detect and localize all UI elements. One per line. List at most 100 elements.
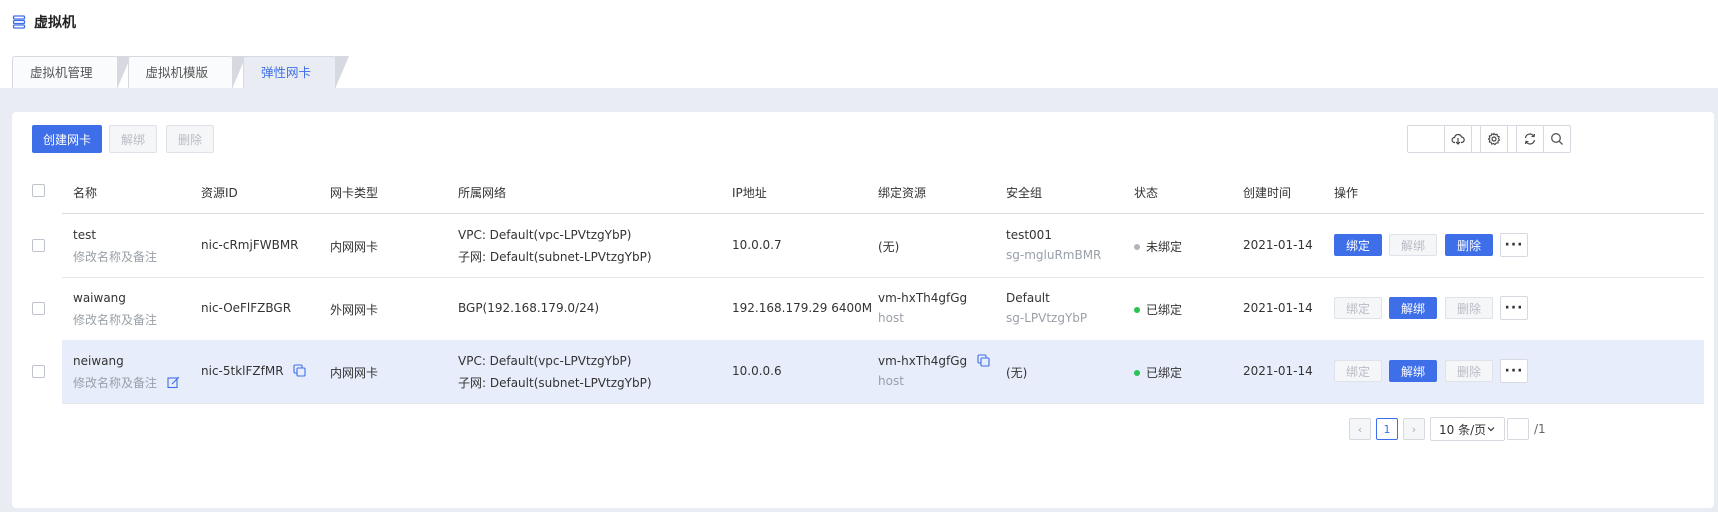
status: 未绑定 (1134, 238, 1182, 255)
column-header-resource-id: 资源ID (201, 186, 238, 200)
more-icon[interactable]: ··· (1500, 296, 1528, 320)
status-dot-icon (1134, 307, 1140, 313)
unbind-button[interactable]: 解绑 (109, 125, 157, 153)
created-time: 2021-01-14 (1243, 364, 1313, 378)
delete-button[interactable]: 删除 (166, 125, 214, 153)
main-panel: 创建网卡 解绑 删除 名称 资源ID 网卡类型 所属网络 IP地址 绑定资源 安… (12, 112, 1714, 508)
resource-id-text: nic-5tklFZfMR (201, 364, 284, 378)
column-header-status: 状态 (1134, 186, 1159, 200)
page-size-value: 10 条/页 (1439, 422, 1487, 437)
column-header-ip: IP地址 (732, 186, 767, 200)
next-page-button[interactable]: › (1403, 418, 1425, 440)
tab-bar: 虚拟机管理 虚拟机模版 弹性网卡 (12, 56, 350, 89)
goto-page-input[interactable] (1507, 418, 1529, 440)
prev-page-button[interactable]: ‹ (1349, 418, 1371, 440)
table-row: neiwang 修改名称及备注 nic-5tklFZfMR 内网网卡 VPC: … (62, 340, 1704, 404)
resource-id: nic-OeFlFZBGR (201, 301, 292, 315)
security-group-id: sg-mgluRmBMR (1006, 248, 1102, 262)
network-vpc: VPC: Default(vpc-LPVtzgYbP) (458, 228, 632, 242)
nic-name[interactable]: test (73, 228, 96, 242)
select-all-checkbox[interactable] (32, 184, 45, 197)
page-title-text: 虚拟机 (34, 15, 76, 31)
nic-type: 内网网卡 (330, 240, 379, 254)
gear-icon (1487, 132, 1501, 146)
status-dot-icon (1134, 244, 1140, 250)
nic-name[interactable]: waiwang (73, 291, 126, 305)
status-text: 已绑定 (1146, 366, 1183, 380)
total-pages: /1 (1534, 422, 1546, 436)
page-size-select[interactable]: 10 条/页 (1430, 417, 1505, 441)
tab-elastic-nic[interactable]: 弹性网卡 (243, 56, 350, 89)
refresh-icon (1524, 133, 1536, 145)
security-group-name: Default (1006, 291, 1050, 305)
table-row: test 修改名称及备注 nic-cRmjFWBMR 内网网卡 VPC: Def… (62, 214, 1704, 278)
top-header: 虚拟机 虚拟机管理 虚拟机模版 弹性网卡 (0, 0, 1718, 89)
copy-icon[interactable] (977, 354, 990, 367)
nic-type: 内网网卡 (330, 366, 379, 380)
table-row: waiwang 修改名称及备注 nic-OeFlFZBGR 外网网卡 BGP(1… (62, 277, 1704, 341)
delete-row-button[interactable]: 删除 (1445, 360, 1493, 382)
status: 已绑定 (1134, 301, 1182, 318)
column-header-created: 创建时间 (1243, 186, 1292, 200)
edit-remark-link[interactable]: 修改名称及备注 (73, 311, 157, 328)
created-time: 2021-01-14 (1243, 238, 1313, 252)
bind-button[interactable]: 绑定 (1334, 360, 1382, 382)
edit-icon[interactable] (167, 376, 180, 389)
status-dot-icon (1134, 370, 1140, 376)
unbind-row-button[interactable]: 解绑 (1389, 234, 1437, 256)
create-nic-button[interactable]: 创建网卡 (32, 125, 102, 153)
more-icon[interactable]: ··· (1500, 233, 1528, 257)
unbind-row-button[interactable]: 解绑 (1389, 297, 1437, 319)
page-number-button[interactable]: 1 (1376, 418, 1398, 440)
list-icon (12, 15, 26, 29)
bound-resource[interactable]: vm-hxTh4gfGg (878, 354, 990, 368)
ip-address: 10.0.0.7 (732, 238, 782, 252)
edit-remark-link[interactable]: 修改名称及备注 (73, 248, 157, 265)
chevron-down-icon (1487, 427, 1495, 432)
row-checkbox[interactable] (32, 365, 45, 378)
status-text: 已绑定 (1146, 303, 1183, 317)
bound-resource: (无) (878, 240, 900, 254)
network-vpc: VPC: Default(vpc-LPVtzgYbP) (458, 354, 632, 368)
column-header-name: 名称 (73, 186, 98, 200)
status: 已绑定 (1134, 364, 1182, 381)
delete-row-button[interactable]: 删除 (1445, 234, 1493, 256)
settings-button[interactable] (1480, 125, 1508, 153)
resource-id: nic-cRmjFWBMR (201, 238, 299, 252)
security-group-name: (无) (1006, 366, 1028, 380)
column-header-network: 所属网络 (458, 186, 507, 200)
bound-resource[interactable]: vm-hxTh4gfGg (878, 291, 967, 305)
refresh-button[interactable] (1516, 125, 1544, 153)
bind-button[interactable]: 绑定 (1334, 297, 1382, 319)
nic-type: 外网网卡 (330, 303, 379, 317)
nic-name[interactable]: neiwang (73, 354, 124, 368)
column-header-actions: 操作 (1334, 186, 1359, 200)
delete-row-button[interactable]: 删除 (1445, 297, 1493, 319)
network-subnet: 子网: Default(subnet-LPVtzgYbP) (458, 376, 652, 390)
row-checkbox[interactable] (32, 302, 45, 315)
network-bgp: BGP(192.168.179.0/24) (458, 301, 600, 315)
copy-icon[interactable] (293, 364, 306, 377)
cloud-download-icon (1451, 133, 1465, 145)
tab-vm-management[interactable]: 虚拟机管理 (12, 56, 130, 89)
security-group-id: sg-LPVtzgYbP (1006, 311, 1088, 325)
network-subnet: 子网: Default(subnet-LPVtzgYbP) (458, 250, 652, 264)
column-header-nic-type: 网卡类型 (330, 186, 379, 200)
resource-id: nic-5tklFZfMR (201, 364, 306, 378)
security-group-name: test001 (1006, 228, 1052, 242)
ip-address: 192.168.179.29 6400M (732, 301, 873, 315)
column-header-bound-resource: 绑定资源 (878, 186, 927, 200)
edit-remark-text: 修改名称及备注 (73, 376, 158, 390)
more-icon[interactable]: ··· (1500, 359, 1528, 383)
search-icon[interactable] (1550, 132, 1564, 146)
download-button[interactable] (1444, 125, 1472, 153)
status-text: 未绑定 (1146, 240, 1183, 254)
tab-vm-template[interactable]: 虚拟机模版 (127, 56, 246, 89)
bind-button[interactable]: 绑定 (1334, 234, 1382, 256)
row-checkbox[interactable] (32, 239, 45, 252)
page-title: 虚拟机 (12, 12, 76, 32)
edit-remark-link[interactable]: 修改名称及备注 (73, 374, 180, 391)
bound-resource-text: vm-hxTh4gfGg (878, 354, 968, 368)
bound-resource-host: host (878, 311, 904, 325)
unbind-row-button[interactable]: 解绑 (1389, 360, 1437, 382)
